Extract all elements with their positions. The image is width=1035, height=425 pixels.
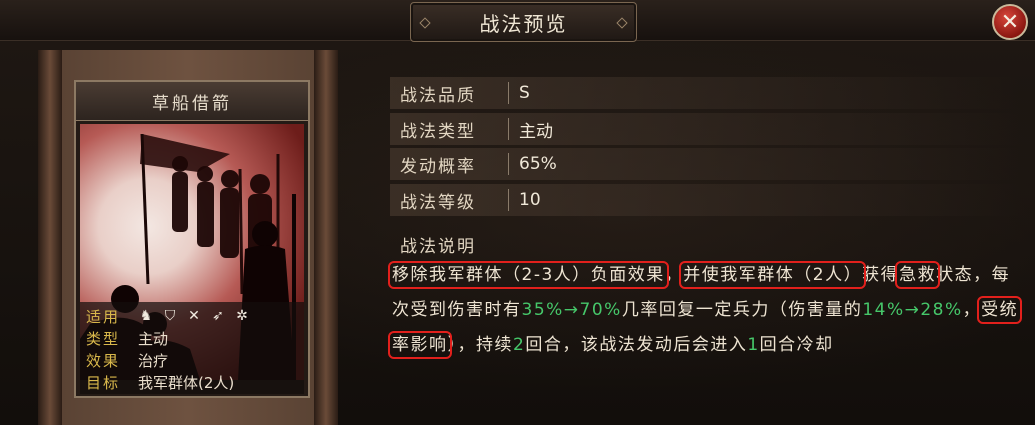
detail-value: S: [519, 83, 530, 103]
unit-type-icons: ♞ ⛉ ✕ ➶ ✲: [138, 308, 250, 324]
divider: [508, 153, 509, 175]
card-row-value: 治疗: [138, 351, 169, 370]
card-row-label: 适用: [86, 307, 121, 326]
divider: [508, 118, 509, 140]
card-row-label: 目标: [86, 373, 121, 392]
detail-label: 战法类型: [400, 121, 476, 142]
close-button[interactable]: ✕: [992, 4, 1028, 40]
highlight-remove-debuff: 移除我军群体（2-3人）负面效果: [388, 261, 669, 289]
desc-heal-value: 14%→28%: [862, 300, 963, 320]
card-row-target: 目标 我军群体(2人): [86, 372, 234, 392]
detail-row-quality: 战法品质 S: [390, 77, 1020, 109]
highlight-ally-group: 并使我军群体（2人）: [679, 261, 867, 289]
card-title-bar: 草船借箭: [76, 82, 308, 121]
card-row-value: 我军群体(2人): [138, 373, 235, 392]
card-info-panel: 适用 ♞ ⛉ ✕ ➶ ✲ 类型 主动 效果 治疗 目标 我军群体(2人): [80, 302, 304, 394]
card-row-value: 主动: [138, 329, 169, 348]
divider: [508, 82, 509, 104]
highlight-first-aid: 急救: [895, 261, 941, 289]
title-plate: 战法预览: [410, 2, 637, 42]
card-row-label: 类型: [86, 329, 121, 348]
desc-fragment: 几率回复一定兵力（伤害量的: [621, 300, 863, 320]
desc-chance-value: 35%→70%: [521, 300, 622, 320]
close-icon: ✕: [1000, 9, 1020, 35]
shield-icon: ⛉: [164, 308, 176, 324]
detail-label: 战法品质: [400, 85, 476, 106]
desc-fragment: 回合，该战法发动后会进入: [525, 335, 748, 355]
scroll-rod-right: [314, 50, 338, 425]
spear-icon: ➶: [212, 308, 224, 324]
desc-duration-value: 2: [513, 335, 526, 355]
cavalry-icon: ♞: [139, 308, 153, 324]
detail-value: 10: [519, 190, 541, 210]
page-title: 战法预览: [479, 11, 568, 36]
desc-fragment: ，: [664, 265, 684, 285]
tactic-card: 草船借箭 适用 ♞ ⛉ ✕ ➶ ✲ 类型 主动 效果 治疗 目标 我军群体(2人…: [74, 80, 310, 398]
scroll-rod-left: [38, 50, 62, 425]
detail-value: 主动: [519, 121, 553, 142]
card-title: 草船借箭: [152, 93, 232, 114]
wheel-icon: ✲: [236, 308, 248, 324]
desc-fragment: ），持续: [447, 335, 513, 355]
desc-cooldown-value: 1: [747, 335, 760, 355]
description-text: 移除我军群体（2-3人）负面效果，并使我军群体（2人）获得急救状态，每次受到伤害…: [387, 258, 1023, 363]
desc-fragment: ，: [962, 300, 982, 320]
card-row-label: 效果: [86, 351, 121, 370]
card-row-applicable: 适用 ♞ ⛉ ✕ ➶ ✲: [86, 306, 250, 326]
detail-row-probability: 发动概率 65%: [390, 148, 1020, 180]
detail-value: 65%: [519, 154, 557, 174]
description-label: 战法说明: [400, 237, 476, 257]
detail-row-level: 战法等级 10: [390, 184, 1020, 216]
detail-label: 发动概率: [400, 156, 476, 177]
desc-fragment: 回合冷却: [759, 335, 834, 355]
card-row-type: 类型 主动: [86, 328, 168, 348]
desc-fragment: 获得: [862, 265, 900, 285]
divider: [508, 189, 509, 211]
bow-icon: ✕: [188, 308, 200, 324]
card-row-effect: 效果 治疗: [86, 350, 168, 370]
detail-label: 战法等级: [400, 192, 476, 213]
detail-row-type: 战法类型 主动: [390, 113, 1020, 145]
